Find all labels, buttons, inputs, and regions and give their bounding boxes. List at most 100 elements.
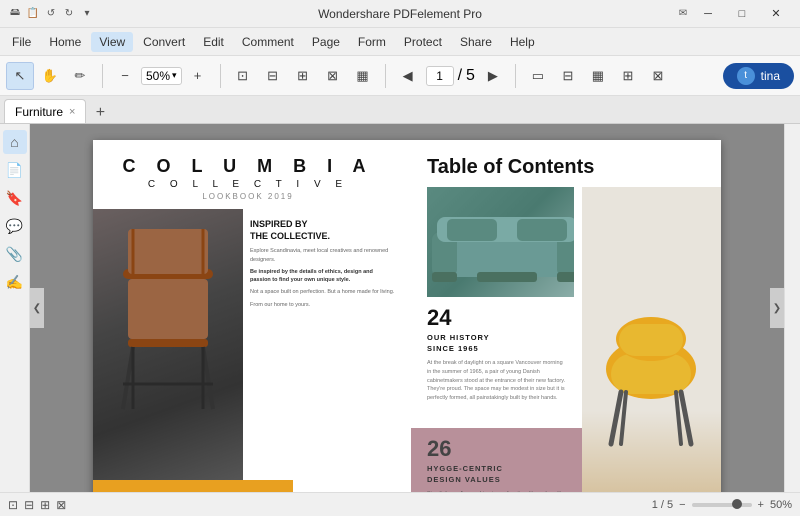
menu-page[interactable]: Page [304,32,348,52]
zoom-slider[interactable] [692,503,752,507]
history-title: OUR HISTORY SINCE 1965 [427,333,566,354]
view-mode-4[interactable]: ⊠ [319,62,347,90]
hand-tool[interactable]: ✋ [36,62,64,90]
layout-grid[interactable]: ⊞ [614,62,642,90]
sidebar-attachment-tool[interactable]: 📎 [3,242,27,266]
inspired-text-2: Be inspired by the details of ethics, de… [250,268,395,285]
sidebar-bookmark-tool[interactable]: 🔖 [3,186,27,210]
history-num: 24 [427,305,566,331]
minimize-button[interactable]: ─ [692,4,724,24]
app-icon-5: ▾ [80,7,94,21]
viewer-area[interactable]: ❮ C O L U M B I A C O L L E C T I V E LO… [30,124,784,492]
toc-header: Table of Contents [411,140,721,187]
right-sidebar [784,124,800,492]
avatar: t [737,67,755,85]
status-right: 1 / 5 − + 50% [652,499,792,511]
page-number-input[interactable] [426,66,454,86]
zoom-dropdown-icon[interactable]: ▾ [172,70,177,81]
prev-page-button[interactable]: ◀ [394,62,422,90]
inspired-text-3: Not a space built on perfection. But a h… [250,288,395,296]
status-icon-2[interactable]: ⊟ [24,498,34,512]
maximize-button[interactable]: □ [726,4,758,24]
sep-2 [220,64,221,88]
title-bar-right: ✉ ─ □ ✕ [676,4,792,24]
hygge-section: 26 HYGGE-CENTRIC DESIGN VALUES Simplicit… [411,428,582,492]
view-mode-1[interactable]: ⊡ [229,62,257,90]
sidebar-comment-tool[interactable]: 💬 [3,214,27,238]
menu-help[interactable]: Help [502,32,543,52]
inspired-text-1: Explore Scandinavia, meet local creative… [250,247,395,264]
zoom-value: 50% [146,69,170,83]
layout-double[interactable]: ⊟ [554,62,582,90]
menu-edit[interactable]: Edit [195,32,232,52]
next-page-button[interactable]: ▶ [479,62,507,90]
menu-share[interactable]: Share [452,32,500,52]
tab-close-button[interactable]: × [69,106,75,118]
menu-protect[interactable]: Protect [396,32,450,52]
layout-single[interactable]: ▭ [524,62,552,90]
collective-subtitle: C O L L E C T I V E [93,179,403,190]
sidebar-page-tool[interactable]: 📄 [3,158,27,182]
status-bar: ⊡ ⊟ ⊞ ⊠ 1 / 5 − + 50% [0,492,800,516]
pdf-page-right: Table of Contents [411,140,721,492]
lookbook-year: LOOKBOOK 2019 [93,192,403,201]
app-icon-3[interactable]: ↺ [44,7,58,21]
app-icon-4[interactable]: ↻ [62,7,76,21]
view-mode-2[interactable]: ⊟ [259,62,287,90]
status-zoom-out[interactable]: − [679,499,685,511]
email-icon[interactable]: ✉ [676,7,690,21]
app-icons: 🖴 📋 ↺ ↻ ▾ [8,7,94,21]
toc-right-col [582,187,722,492]
toc-left-col: 24 OUR HISTORY SINCE 1965 At the break o… [411,187,582,492]
tool-group-select: ↖ ✋ ✏ [6,62,94,90]
annotate-tool[interactable]: ✏ [66,62,94,90]
menu-bar: File Home View Convert Edit Comment Page… [0,28,800,56]
tab-add-button[interactable]: + [90,103,110,123]
sidebar-home-tool[interactable]: ⌂ [3,130,27,154]
user-name: tina [761,69,780,83]
page-total: 5 [466,67,475,85]
view-mode-5[interactable]: ▦ [349,62,377,90]
layout-other[interactable]: ⊠ [644,62,672,90]
history-section: 24 OUR HISTORY SINCE 1965 At the break o… [411,297,582,428]
menu-convert[interactable]: Convert [135,32,193,52]
zoom-box: 50% ▾ [141,67,182,85]
toc-body: 24 OUR HISTORY SINCE 1965 At the break o… [411,187,721,492]
menu-home[interactable]: Home [41,32,89,52]
zoom-group: − 50% ▾ + [111,62,212,90]
hygge-text: Simplicity, craftsmanship, rigour, funct… [427,490,566,492]
app-icon-1: 🖴 [8,7,22,21]
inspired-title: INSPIRED BYTHE COLLECTIVE. [250,219,395,242]
status-icon-1[interactable]: ⊡ [8,498,18,512]
sidebar-signature-tool[interactable]: ✍ [3,270,27,294]
menu-view[interactable]: View [91,32,133,52]
inspired-text-4: From our home to yours. [250,301,395,309]
zoom-out-button[interactable]: − [111,62,139,90]
page-sep: / [458,67,462,85]
layout-group: ▭ ⊟ ▦ ⊞ ⊠ [524,62,672,90]
user-button[interactable]: t tina [723,63,794,89]
view-mode-3[interactable]: ⊞ [289,62,317,90]
collapse-right-button[interactable]: ❯ [770,288,784,328]
left-sidebar: ⌂ 📄 🔖 💬 📎 ✍ [0,124,30,492]
history-text: At the break of daylight on a square Van… [427,359,566,403]
hygge-title: HYGGE-CENTRIC DESIGN VALUES [427,464,566,485]
menu-file[interactable]: File [4,32,39,52]
toolbar-right: t tina [715,63,794,89]
menu-form[interactable]: Form [350,32,394,52]
close-button[interactable]: ✕ [760,4,792,24]
select-tool[interactable]: ↖ [6,62,34,90]
collapse-left-button[interactable]: ❮ [30,288,44,328]
tab-furniture[interactable]: Furniture × [4,99,86,123]
tab-bar: Furniture × + [0,96,800,124]
layout-scroll[interactable]: ▦ [584,62,612,90]
status-icon-3[interactable]: ⊞ [40,498,50,512]
status-zoom-in[interactable]: + [758,499,764,511]
cc-header: C O L U M B I A C O L L E C T I V E LOOK… [93,140,403,209]
sofa-image [427,187,574,297]
chair-svg [93,209,243,429]
status-icon-4[interactable]: ⊠ [56,498,66,512]
zoom-in-button[interactable]: + [184,62,212,90]
menu-comment[interactable]: Comment [234,32,302,52]
zoom-slider-thumb[interactable] [732,499,742,509]
